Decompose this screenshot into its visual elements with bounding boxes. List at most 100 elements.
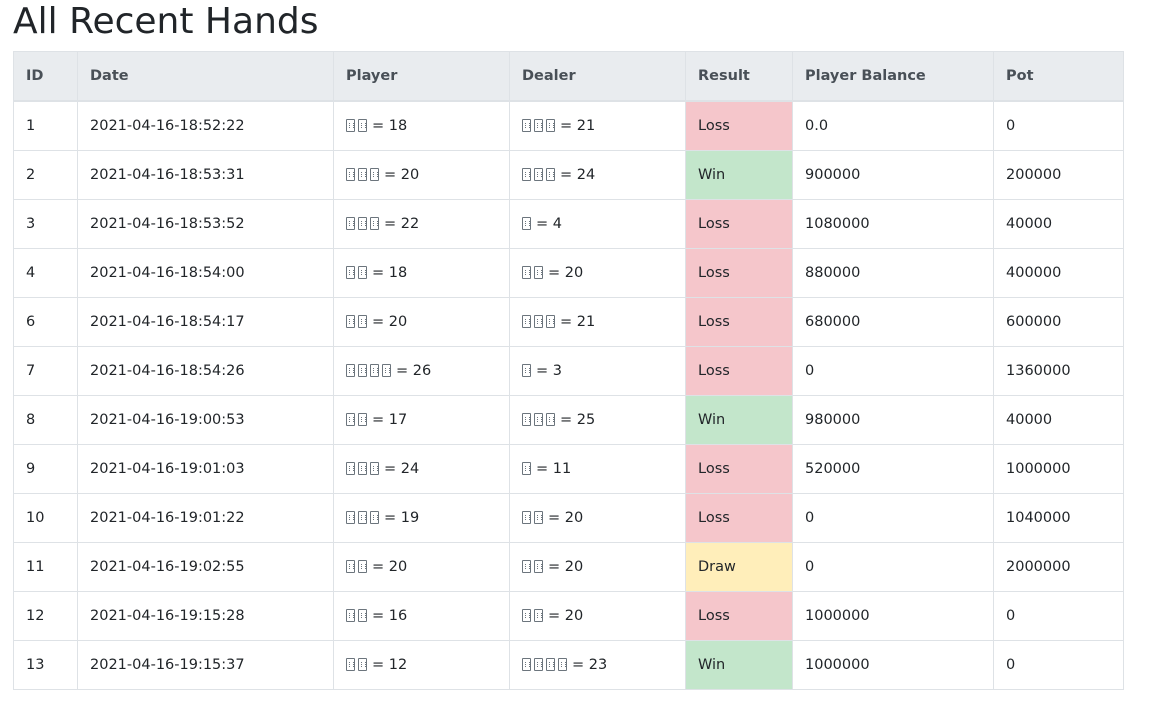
playing-card-icon: [346, 658, 355, 671]
card-hand: [346, 559, 370, 575]
cell-player: = 26: [333, 346, 510, 396]
cell-id: 10: [13, 493, 78, 543]
playing-card-icon: [558, 658, 567, 671]
playing-card-icon: [534, 511, 543, 524]
playing-card-icon: [522, 511, 531, 524]
cell-player-balance: 1000000: [792, 640, 994, 690]
column-header-player: Player: [333, 51, 510, 102]
cell-player-balance: 680000: [792, 297, 994, 347]
card-hand: [346, 216, 382, 232]
cell-player-balance: 900000: [792, 150, 994, 200]
playing-card-icon: [546, 658, 555, 671]
card-hand: [346, 265, 370, 281]
cell-result: Loss: [685, 346, 793, 396]
playing-card-icon: [522, 217, 531, 230]
cell-dealer: = 21: [509, 297, 686, 347]
hand-total: = 21: [560, 314, 596, 330]
playing-card-icon: [546, 168, 555, 181]
cell-id: 13: [13, 640, 78, 690]
card-hand: [346, 412, 370, 428]
table-row: 1 2021-04-16-18:52:22 = 18 = 21 Loss 0.0 0: [13, 100, 1124, 151]
card-hand: [346, 608, 370, 624]
table-row: 10 2021-04-16-19:01:22 = 19 = 20 Loss 0 104000…: [13, 493, 1124, 543]
playing-card-icon: [534, 119, 543, 132]
cell-date: 2021-04-16-18:53:31: [77, 150, 334, 200]
playing-card-icon: [346, 511, 355, 524]
cell-pot: 0: [993, 100, 1124, 151]
playing-card-icon: [522, 462, 531, 475]
cell-date: 2021-04-16-19:01:22: [77, 493, 334, 543]
playing-card-icon: [346, 217, 355, 230]
playing-card-icon: [534, 560, 543, 573]
cell-pot: 1040000: [993, 493, 1124, 543]
playing-card-icon: [370, 364, 379, 377]
playing-card-icon: [534, 266, 543, 279]
playing-card-icon: [522, 364, 531, 377]
cell-result: Win: [685, 640, 793, 690]
cell-player: = 16: [333, 591, 510, 641]
hand-total: = 20: [372, 314, 408, 330]
playing-card-icon: [522, 266, 531, 279]
playing-card-icon: [522, 560, 531, 573]
card-hand: [346, 461, 382, 477]
cell-result: Loss: [685, 493, 793, 543]
cell-dealer: = 23: [509, 640, 686, 690]
cell-player: = 24: [333, 444, 510, 494]
playing-card-icon: [370, 511, 379, 524]
cell-player-balance: 980000: [792, 395, 994, 445]
cell-result: Loss: [685, 199, 793, 249]
cell-result: Win: [685, 150, 793, 200]
cell-player-balance: 1000000: [792, 591, 994, 641]
playing-card-icon: [522, 658, 531, 671]
table-row: 4 2021-04-16-18:54:00 = 18 = 20 Loss 880000 40…: [13, 248, 1124, 298]
card-hand: [522, 167, 558, 183]
playing-card-icon: [346, 266, 355, 279]
cell-player: = 22: [333, 199, 510, 249]
cell-id: 2: [13, 150, 78, 200]
cell-dealer: = 20: [509, 493, 686, 543]
hand-total: = 20: [372, 559, 408, 575]
card-hand: [522, 461, 534, 477]
card-hand: [522, 314, 558, 330]
cell-player: = 20: [333, 542, 510, 592]
cell-dealer: = 20: [509, 591, 686, 641]
cell-player: = 18: [333, 248, 510, 298]
column-header-date: Date: [77, 51, 334, 102]
cell-date: 2021-04-16-18:54:26: [77, 346, 334, 396]
playing-card-icon: [546, 119, 555, 132]
cell-date: 2021-04-16-19:00:53: [77, 395, 334, 445]
playing-card-icon: [546, 413, 555, 426]
cell-pot: 2000000: [993, 542, 1124, 592]
table-row: 12 2021-04-16-19:15:28 = 16 = 20 Loss 1000000…: [13, 591, 1124, 641]
table-row: 13 2021-04-16-19:15:37 = 12 = 23 Win 1000000 0: [13, 640, 1124, 690]
card-hand: [522, 265, 546, 281]
hand-total: = 12: [372, 657, 408, 673]
playing-card-icon: [534, 168, 543, 181]
playing-card-icon: [358, 413, 367, 426]
playing-card-icon: [346, 462, 355, 475]
cell-id: 3: [13, 199, 78, 249]
hand-total: = 18: [372, 118, 408, 134]
playing-card-icon: [522, 168, 531, 181]
playing-card-icon: [346, 315, 355, 328]
cell-player: = 18: [333, 100, 510, 151]
cell-result: Draw: [685, 542, 793, 592]
cell-dealer: = 3: [509, 346, 686, 396]
column-header-pot: Pot: [993, 51, 1124, 102]
cell-pot: 1000000: [993, 444, 1124, 494]
hand-total: = 20: [548, 510, 584, 526]
cell-dealer: = 20: [509, 248, 686, 298]
card-hand: [522, 118, 558, 134]
hand-total: = 24: [560, 167, 596, 183]
playing-card-icon: [546, 315, 555, 328]
cell-dealer: = 11: [509, 444, 686, 494]
table-row: 2 2021-04-16-18:53:31 = 20 = 24 Win 900000 200…: [13, 150, 1124, 200]
cell-player: = 20: [333, 297, 510, 347]
playing-card-icon: [346, 560, 355, 573]
hand-total: = 20: [548, 608, 584, 624]
hand-total: = 16: [372, 608, 408, 624]
cell-id: 8: [13, 395, 78, 445]
playing-card-icon: [358, 511, 367, 524]
cell-date: 2021-04-16-19:02:55: [77, 542, 334, 592]
playing-card-icon: [346, 413, 355, 426]
